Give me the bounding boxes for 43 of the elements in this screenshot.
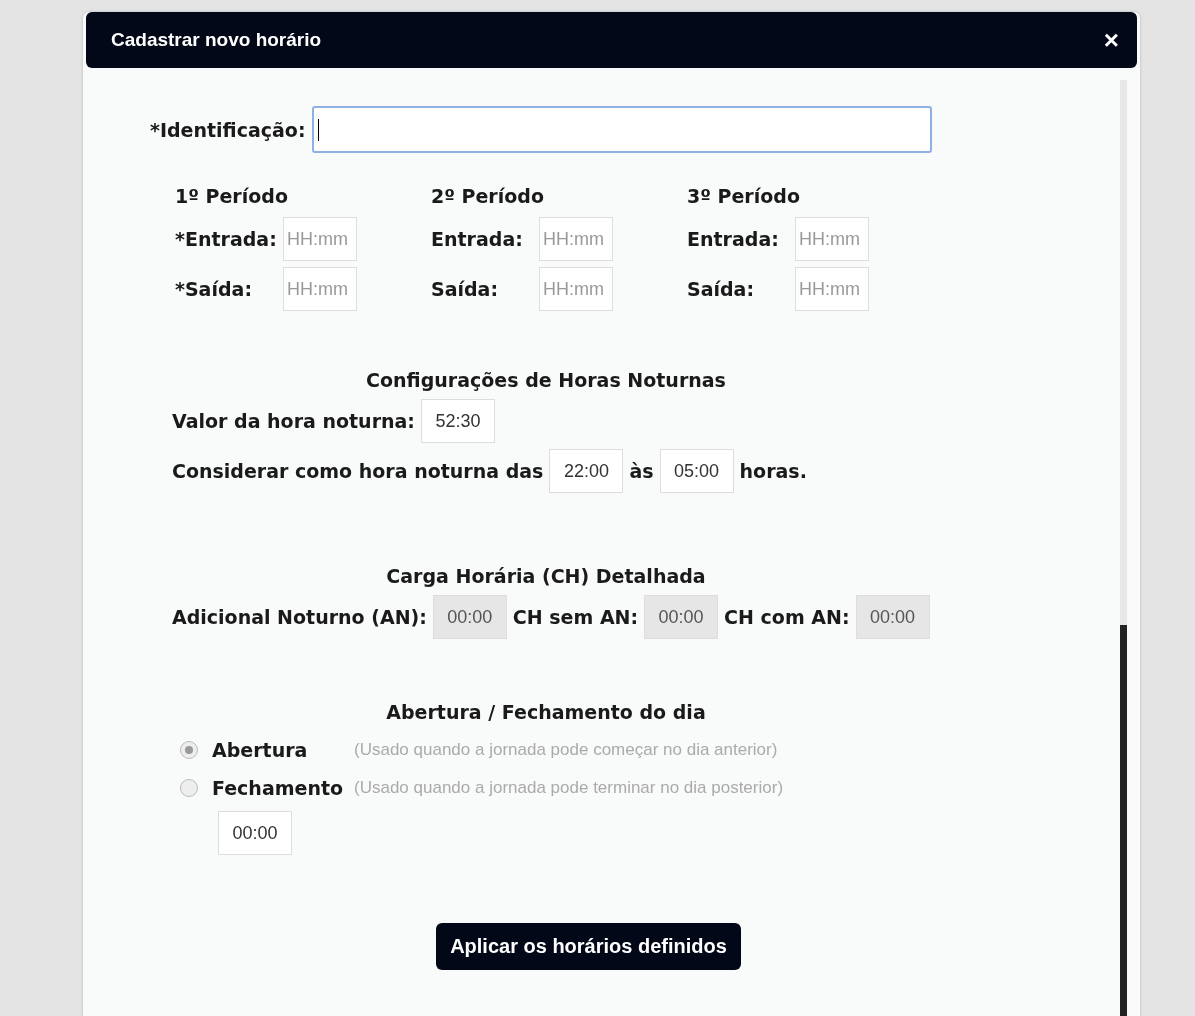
time-field[interactable]: HH:mm xyxy=(795,217,869,261)
night-start-field[interactable]: 22:00 xyxy=(549,449,624,493)
close-button[interactable]: × xyxy=(1099,27,1123,53)
night-hour-value-field[interactable]: 52:30 xyxy=(420,399,495,443)
time-label: Entrada: xyxy=(431,228,524,250)
boundary-time-field[interactable]: 00:00 xyxy=(218,811,292,855)
time-label: Saída: xyxy=(431,278,500,300)
section-title: Carga Horária (CH) Detalhada xyxy=(386,565,706,587)
period-title: 1º Período xyxy=(175,185,289,207)
dialog-title: Cadastrar novo horário xyxy=(111,29,322,51)
radio-label: Abertura xyxy=(212,739,309,761)
period-title: 2º Período xyxy=(431,185,545,207)
time-field[interactable]: HH:mm xyxy=(283,217,357,261)
identification-label: *Identificação: xyxy=(150,118,306,141)
night-hour-value-label: Valor da hora noturna: xyxy=(172,410,415,432)
night-end-field[interactable]: 05:00 xyxy=(659,449,734,493)
time-label: Saída: xyxy=(687,278,756,300)
night-range-label: Considerar como hora noturna das xyxy=(172,460,544,482)
workload-label: CH com AN: xyxy=(724,606,850,628)
time-label: *Saída: xyxy=(175,278,253,300)
time-label: Entrada: xyxy=(687,228,780,250)
time-label: *Entrada: xyxy=(175,228,278,250)
workload-label: Adicional Noturno (AN): xyxy=(172,606,427,628)
option-hint: (Usado quando a jornada pode começar no dia anterior) xyxy=(354,740,778,760)
radio-button[interactable] xyxy=(180,741,198,759)
time-field[interactable]: HH:mm xyxy=(283,267,357,311)
apply-button[interactable]: Aplicar os horários definidos xyxy=(436,923,741,970)
option-hint: (Usado quando a jornada pode terminar no dia posterior) xyxy=(354,778,784,798)
time-field[interactable]: HH:mm xyxy=(539,267,613,311)
range-separator: às xyxy=(629,460,654,482)
scrollbar[interactable] xyxy=(1120,80,1127,1016)
text-caret xyxy=(317,118,319,141)
scrollbar-thumb[interactable] xyxy=(1120,625,1127,1016)
radio-label: Fechamento xyxy=(212,777,345,799)
hours-suffix: horas. xyxy=(739,460,807,482)
time-field[interactable]: HH:mm xyxy=(539,217,613,261)
time-field[interactable]: HH:mm xyxy=(795,267,869,311)
identification-field[interactable] xyxy=(311,106,932,153)
section-title: Abertura / Fechamento do dia xyxy=(386,701,706,723)
workload-label: CH sem AN: xyxy=(512,606,639,628)
section-title: Configurações de Horas Noturnas xyxy=(366,369,726,391)
period-title: 3º Período xyxy=(687,185,801,207)
radio-button[interactable] xyxy=(180,779,198,797)
